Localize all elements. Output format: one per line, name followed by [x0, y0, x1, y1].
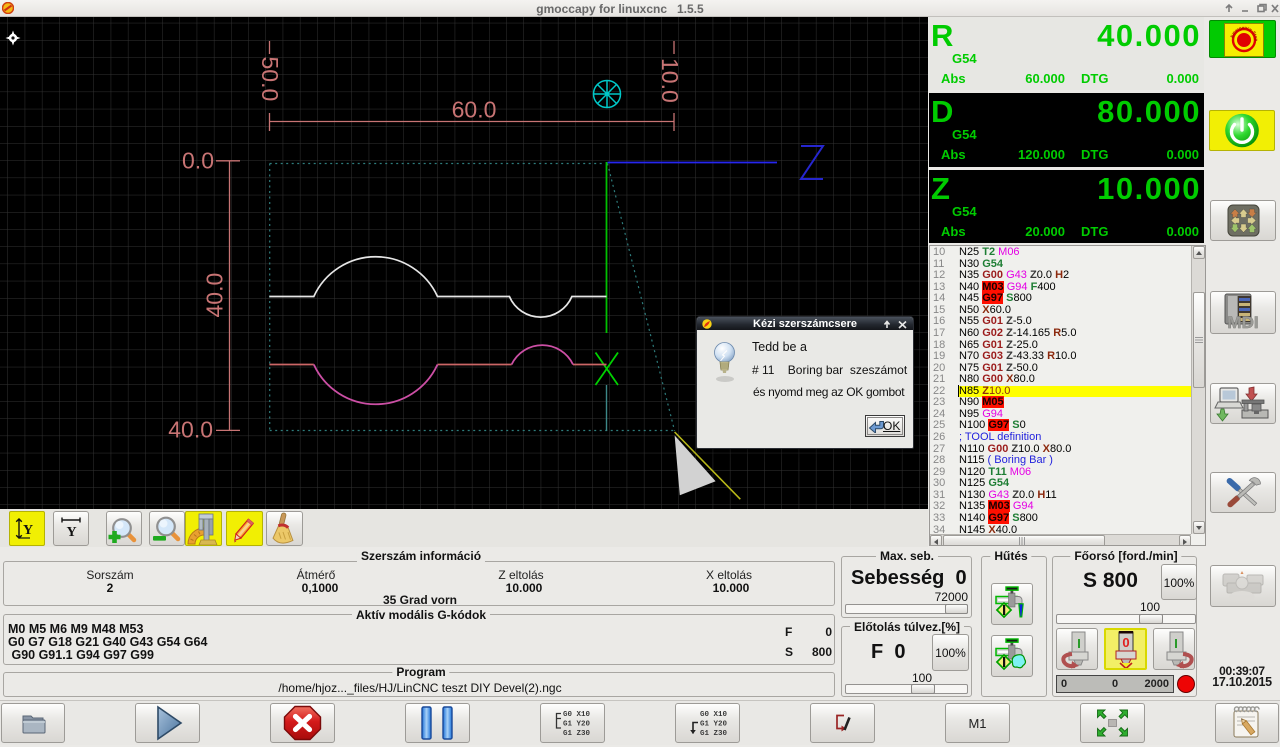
svg-text:MDI: MDI	[1227, 313, 1258, 332]
svg-text:Y: Y	[23, 523, 33, 538]
svg-text:G1 Z30: G1 Z30	[563, 730, 591, 738]
svg-text:10.0: 10.0	[657, 58, 683, 103]
svg-text:G1 Y20: G1 Y20	[700, 721, 728, 729]
svg-text:40.0: 40.0	[168, 417, 213, 443]
svg-text:G0 X10: G0 X10	[700, 711, 728, 719]
svg-text:0: 0	[1122, 635, 1129, 650]
svg-text:0.0: 0.0	[182, 148, 214, 174]
svg-text:Y: Y	[67, 525, 77, 540]
svg-text:G0 X10: G0 X10	[563, 711, 591, 719]
svg-text:G1 Z30: G1 Z30	[700, 730, 728, 738]
svg-text:60.0: 60.0	[452, 97, 497, 123]
svg-text:50.0: 50.0	[257, 57, 283, 102]
svg-text:G1 Y20: G1 Y20	[563, 721, 591, 729]
svg-text:40.0: 40.0	[202, 273, 228, 318]
